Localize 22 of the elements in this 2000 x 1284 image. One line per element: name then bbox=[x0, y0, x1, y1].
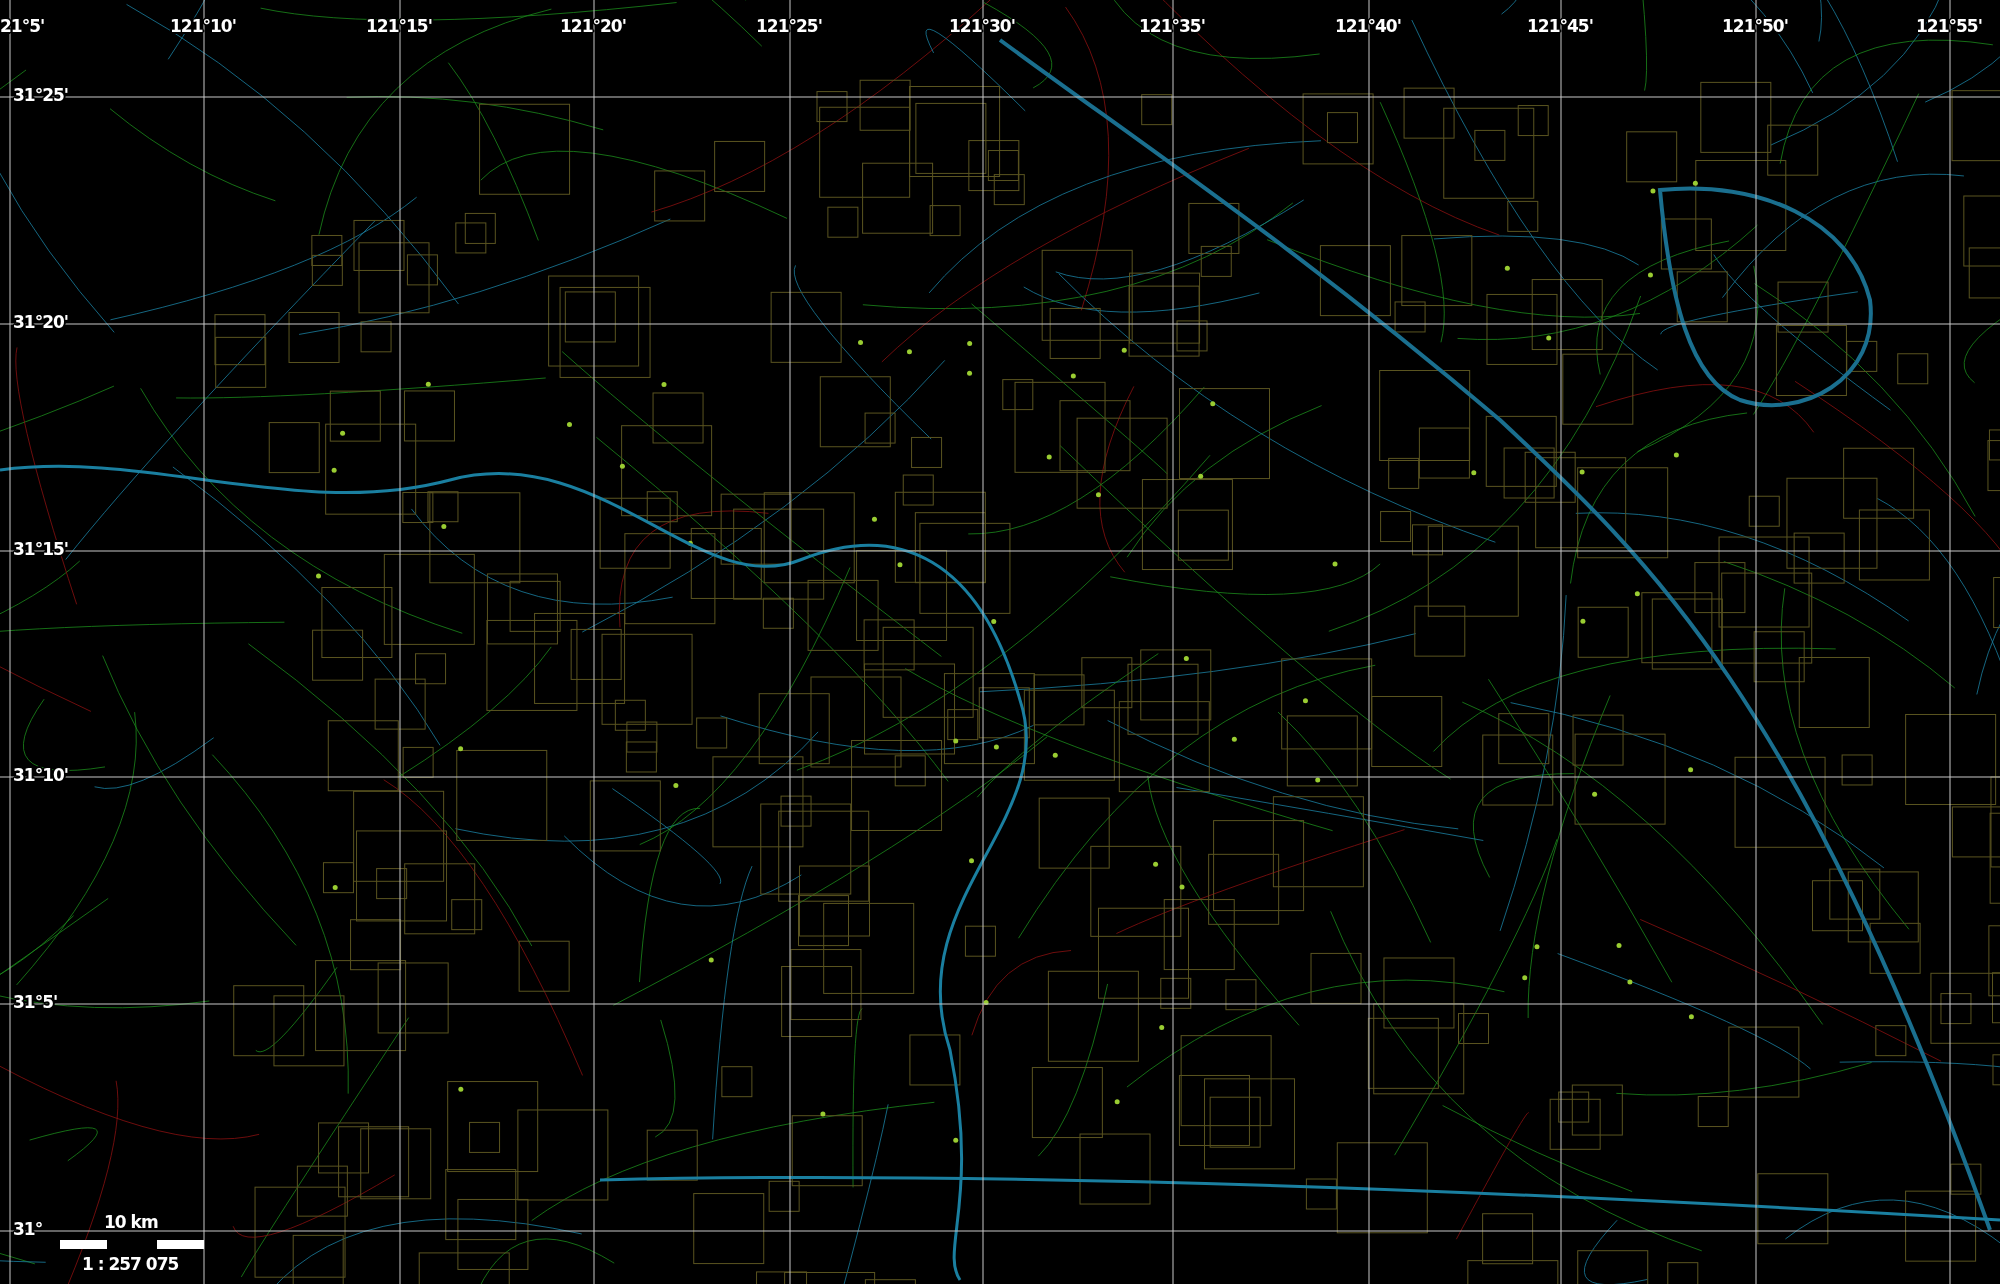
latitude-label: 31°15' bbox=[13, 539, 69, 559]
scale-bar-segment bbox=[157, 1240, 204, 1249]
longitude-label: 121°30' bbox=[949, 16, 1015, 36]
longitude-label: 121°15' bbox=[366, 16, 432, 36]
longitude-label: 121°20' bbox=[560, 16, 626, 36]
longitude-label: 121°35' bbox=[1139, 16, 1205, 36]
longitude-label: 121°40' bbox=[1335, 16, 1401, 36]
longitude-label: 121°50' bbox=[1722, 16, 1788, 36]
scale-ratio: 1 : 257 075 bbox=[82, 1254, 179, 1274]
longitude-label: 121°25' bbox=[756, 16, 822, 36]
latitude-label: 31°10' bbox=[13, 765, 69, 785]
longitude-label: 121°10' bbox=[170, 16, 236, 36]
latitude-label: 31°20' bbox=[13, 312, 69, 332]
scale-bar-segment bbox=[60, 1240, 107, 1249]
map-canvas[interactable]: 21°5' 121°10' 121°15' 121°20' 121°25' 121°30' 121°35' 121°40' 121°45' 121°50' 121°55' 31°25' 31°20' 31°15' 31°10' 31°5' 31° 10 km 1 : 257 075 bbox=[0, 0, 2000, 1284]
latitude-label: 31°5' bbox=[13, 992, 58, 1012]
longitude-label: 121°45' bbox=[1527, 16, 1593, 36]
longitude-label: 21°5' bbox=[0, 16, 45, 36]
latitude-label: 31° bbox=[13, 1219, 43, 1239]
longitude-label: 121°55' bbox=[1916, 16, 1982, 36]
scale-distance: 10 km bbox=[104, 1212, 158, 1232]
latitude-label: 31°25' bbox=[13, 85, 69, 105]
